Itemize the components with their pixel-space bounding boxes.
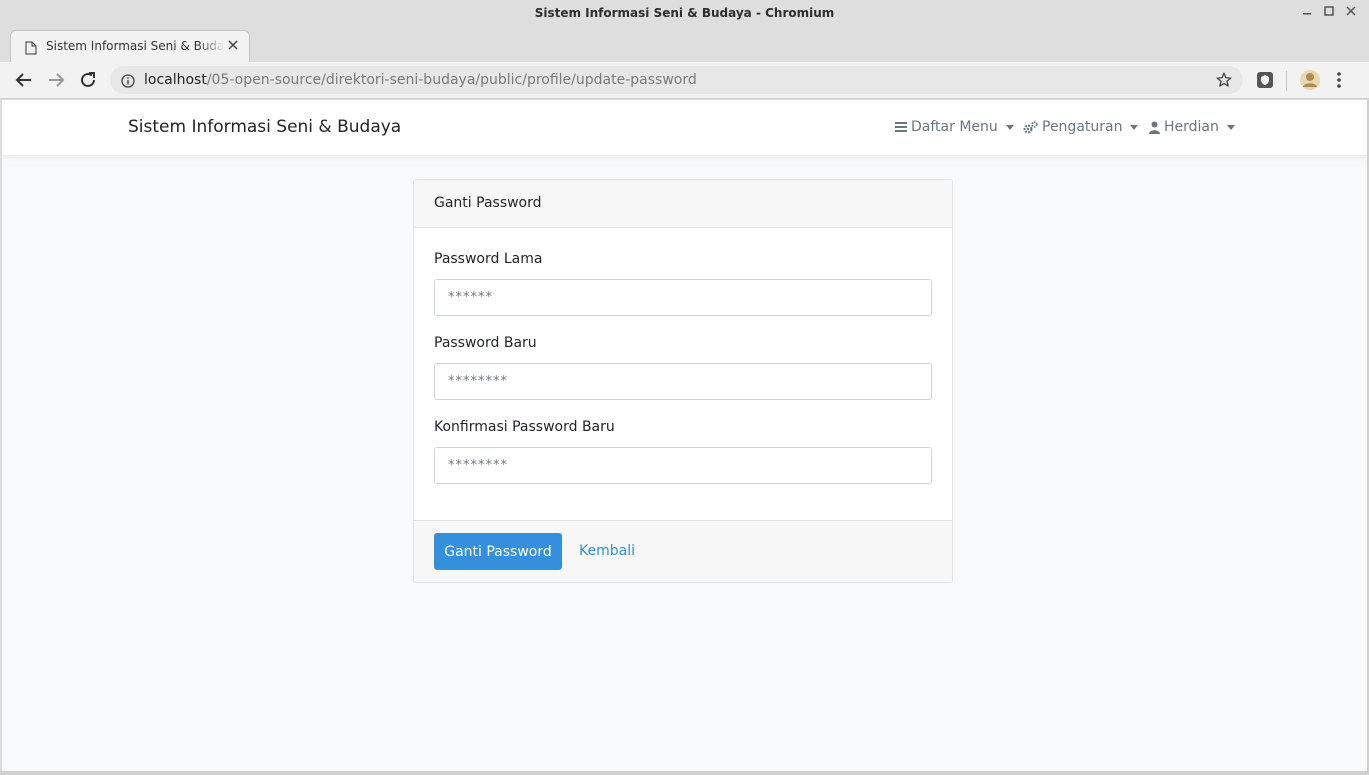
close-window-icon[interactable]	[1344, 6, 1358, 20]
submit-change-password-button[interactable]: Ganti Password	[434, 533, 562, 570]
app-navbar: Sistem Informasi Seni & Budaya Daftar Me…	[2, 100, 1367, 156]
chevron-down-icon	[1130, 124, 1139, 130]
address-bar[interactable]: localhost/05-open-source/direktori-seni-…	[110, 66, 1243, 94]
url-path: /05-open-source/direktori-seni-budaya/pu…	[206, 72, 697, 88]
maximize-icon[interactable]	[1322, 6, 1336, 20]
browser-menu-icon[interactable]	[1336, 71, 1342, 93]
tab-close-icon[interactable]	[228, 38, 238, 54]
card-footer: Ganti Password Kembali	[414, 520, 952, 582]
back-icon[interactable]	[14, 70, 34, 90]
confirm-password-label: Konfirmasi Password Baru	[434, 419, 615, 435]
nav-daftar-menu-label: Daftar Menu	[911, 119, 998, 135]
window-titlebar: Sistem Informasi Seni & Budaya - Chromiu…	[0, 0, 1369, 28]
profile-avatar-icon[interactable]	[1299, 69, 1321, 95]
minimize-icon[interactable]	[1300, 6, 1314, 20]
nav-pengaturan[interactable]: Pengaturan	[1023, 119, 1139, 135]
browser-tab[interactable]: Sistem Informasi Seni & Budaya - Chromiu…	[10, 30, 250, 62]
url-text[interactable]: localhost/05-open-source/direktori-seni-…	[144, 72, 697, 88]
cogs-icon	[1023, 120, 1038, 134]
extension-shield-icon[interactable]	[1256, 71, 1274, 93]
old-password-label: Password Lama	[434, 251, 543, 267]
toolbar-divider	[1286, 71, 1287, 91]
new-password-input[interactable]	[434, 363, 932, 400]
bookmark-star-icon[interactable]	[1215, 71, 1233, 93]
nav-user-label: Herdian	[1164, 119, 1219, 135]
user-icon	[1149, 121, 1160, 134]
nav-daftar-menu[interactable]: Daftar Menu	[895, 119, 1014, 135]
document-icon	[25, 40, 37, 59]
confirm-password-input[interactable]	[434, 447, 932, 484]
card-header: Ganti Password	[414, 180, 952, 228]
navbar-brand[interactable]: Sistem Informasi Seni & Budaya	[128, 117, 401, 137]
tab-title: Sistem Informasi Seni & Budaya - Chromiu…	[46, 39, 224, 53]
nav-user-herdian[interactable]: Herdian	[1149, 119, 1235, 135]
chevron-down-icon	[1005, 124, 1014, 130]
url-host: localhost	[144, 72, 207, 88]
bars-icon	[895, 121, 907, 133]
page-viewport: Sistem Informasi Seni & Budaya Daftar Me…	[2, 100, 1367, 771]
old-password-input[interactable]	[434, 279, 932, 316]
reload-icon[interactable]	[78, 70, 98, 90]
window-title: Sistem Informasi Seni & Budaya - Chromiu…	[534, 6, 835, 20]
site-info-icon[interactable]	[121, 73, 135, 92]
change-password-card: Ganti Password Password Lama Password Ba…	[413, 179, 953, 583]
new-password-label: Password Baru	[434, 335, 537, 351]
browser-toolbar: localhost/05-open-source/direktori-seni-…	[0, 62, 1369, 99]
window-frame-bottom	[0, 771, 1369, 775]
back-link[interactable]: Kembali	[579, 543, 635, 559]
forward-icon[interactable]	[46, 70, 66, 90]
nav-pengaturan-label: Pengaturan	[1042, 119, 1123, 135]
card-title: Ganti Password	[434, 195, 542, 211]
tab-strip: Sistem Informasi Seni & Budaya - Chromiu…	[0, 28, 1369, 77]
chevron-down-icon	[1226, 124, 1235, 130]
